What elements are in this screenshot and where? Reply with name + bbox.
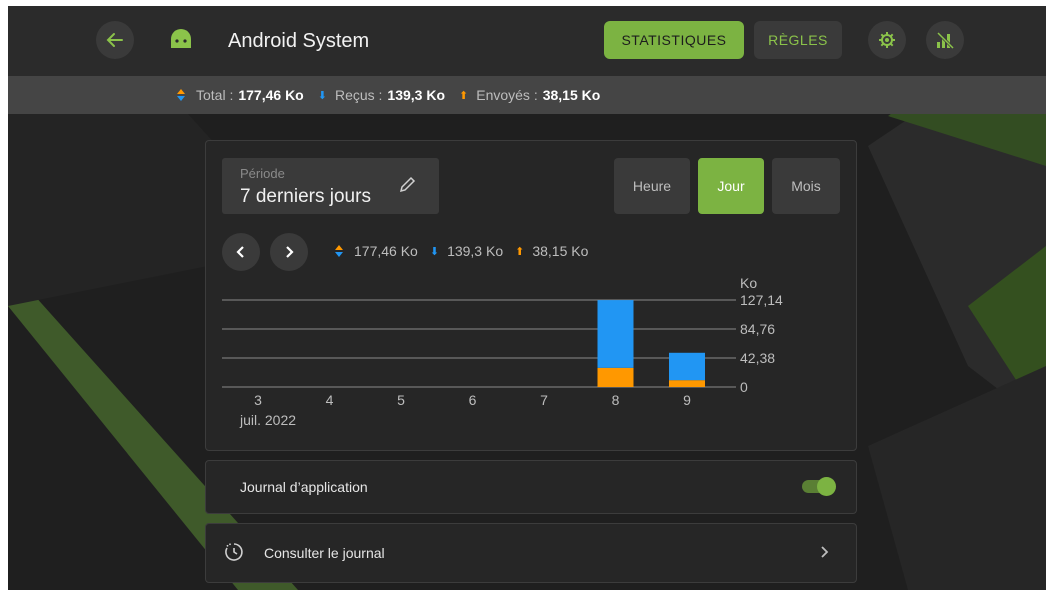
- network-off-icon: [936, 31, 955, 50]
- back-button[interactable]: [96, 21, 134, 59]
- x-axis-month-label: juil. 2022: [239, 412, 296, 428]
- chart-sent-value: 38,15 Ko: [532, 243, 589, 259]
- y-tick-label: 127,14: [740, 292, 783, 308]
- chart-total-updown-icon: [334, 244, 344, 258]
- bar-segment-received: [669, 352, 705, 381]
- y-tick-label: 42,38: [740, 350, 775, 366]
- chart-received-value: 139,3 Ko: [447, 243, 504, 259]
- android-icon: [168, 26, 194, 57]
- settings-gear-icon: [879, 32, 895, 48]
- granularity-month-button[interactable]: Mois: [772, 158, 840, 214]
- granularity-day-button[interactable]: Jour: [698, 158, 764, 214]
- x-tick-label: 9: [683, 392, 691, 408]
- next-period-button[interactable]: [270, 233, 308, 271]
- x-tick-label: 3: [254, 392, 262, 408]
- x-tick-label: 6: [469, 392, 477, 408]
- chart-totals: 177,46 Ko ⬇ 139,3 Ko ⬆ 38,15 Ko: [334, 243, 600, 259]
- sent-label: Envoyés :: [476, 87, 538, 103]
- bg-shard-bottom-right: [868, 366, 1046, 590]
- period-label: Période: [240, 166, 285, 181]
- bar-segment-sent: [669, 380, 705, 387]
- granularity-hour-button[interactable]: Heure: [614, 158, 690, 214]
- chevron-left-icon: [236, 246, 244, 258]
- total-label: Total :: [196, 87, 234, 103]
- back-arrow-icon: [106, 33, 123, 47]
- sent-arrow-icon: ⬆: [459, 89, 469, 102]
- traffic-chart: 127,14 84,76 42,38 0 Ko 3 4 5 6 7 8 9 juil. 2022: [222, 275, 783, 428]
- y-tick-label: 0: [740, 379, 748, 395]
- statistics-card: Période 7 derniers jours Heure Jour Mois…: [205, 140, 857, 451]
- x-tick-label: 8: [612, 392, 620, 408]
- tab-statistics[interactable]: STATISTIQUES: [604, 21, 744, 59]
- edit-pencil-icon[interactable]: [398, 176, 416, 194]
- received-arrow-icon: ⬇: [317, 89, 327, 102]
- network-off-button[interactable]: [926, 21, 964, 59]
- chart-total-value: 177,46 Ko: [354, 243, 418, 259]
- x-tick-label: 7: [540, 392, 548, 408]
- chart-received-arrow-icon: ⬇: [429, 245, 440, 258]
- app-log-toggle[interactable]: [802, 477, 836, 496]
- total-value: 177,46 Ko: [238, 87, 304, 103]
- chart-sent-arrow-icon: ⬆: [515, 245, 525, 258]
- received-label: Reçus :: [334, 87, 383, 103]
- chevron-right-icon: [286, 246, 294, 258]
- bar-segment-sent: [597, 367, 634, 387]
- received-value: 139,3 Ko: [387, 87, 446, 103]
- chevron-right-icon: [821, 546, 829, 558]
- history-clock-icon: [225, 543, 243, 561]
- bar-segment-received: [597, 300, 634, 368]
- view-log-label: Consulter le journal: [264, 545, 385, 561]
- top-bar: Android System STATISTIQUES RÈGLES: [8, 6, 1046, 76]
- app-screen: Android System STATISTIQUES RÈGLES Total…: [8, 6, 1046, 590]
- settings-button[interactable]: [868, 21, 906, 59]
- total-updown-icon: [176, 88, 186, 102]
- sent-value: 38,15 Ko: [542, 87, 601, 103]
- period-selector[interactable]: Période 7 derniers jours: [222, 158, 439, 214]
- period-value: 7 derniers jours: [240, 186, 371, 207]
- view-log-row[interactable]: Consulter le journal: [205, 523, 857, 583]
- x-tick-label: 4: [326, 392, 334, 408]
- app-log-row[interactable]: Journal d’application: [205, 460, 857, 514]
- app-log-label: Journal d’application: [240, 479, 368, 495]
- tab-rules[interactable]: RÈGLES: [754, 21, 842, 59]
- y-tick-label: 84,76: [740, 321, 775, 337]
- previous-period-button[interactable]: [222, 233, 260, 271]
- summary-strip: Total : 177,46 Ko ⬇ Reçus : 139,3 Ko ⬆ E…: [8, 76, 1046, 114]
- app-title: Android System: [228, 30, 370, 52]
- toggle-thumb: [817, 477, 836, 496]
- x-tick-label: 5: [397, 392, 405, 408]
- y-axis-unit-label: Ko: [740, 275, 757, 291]
